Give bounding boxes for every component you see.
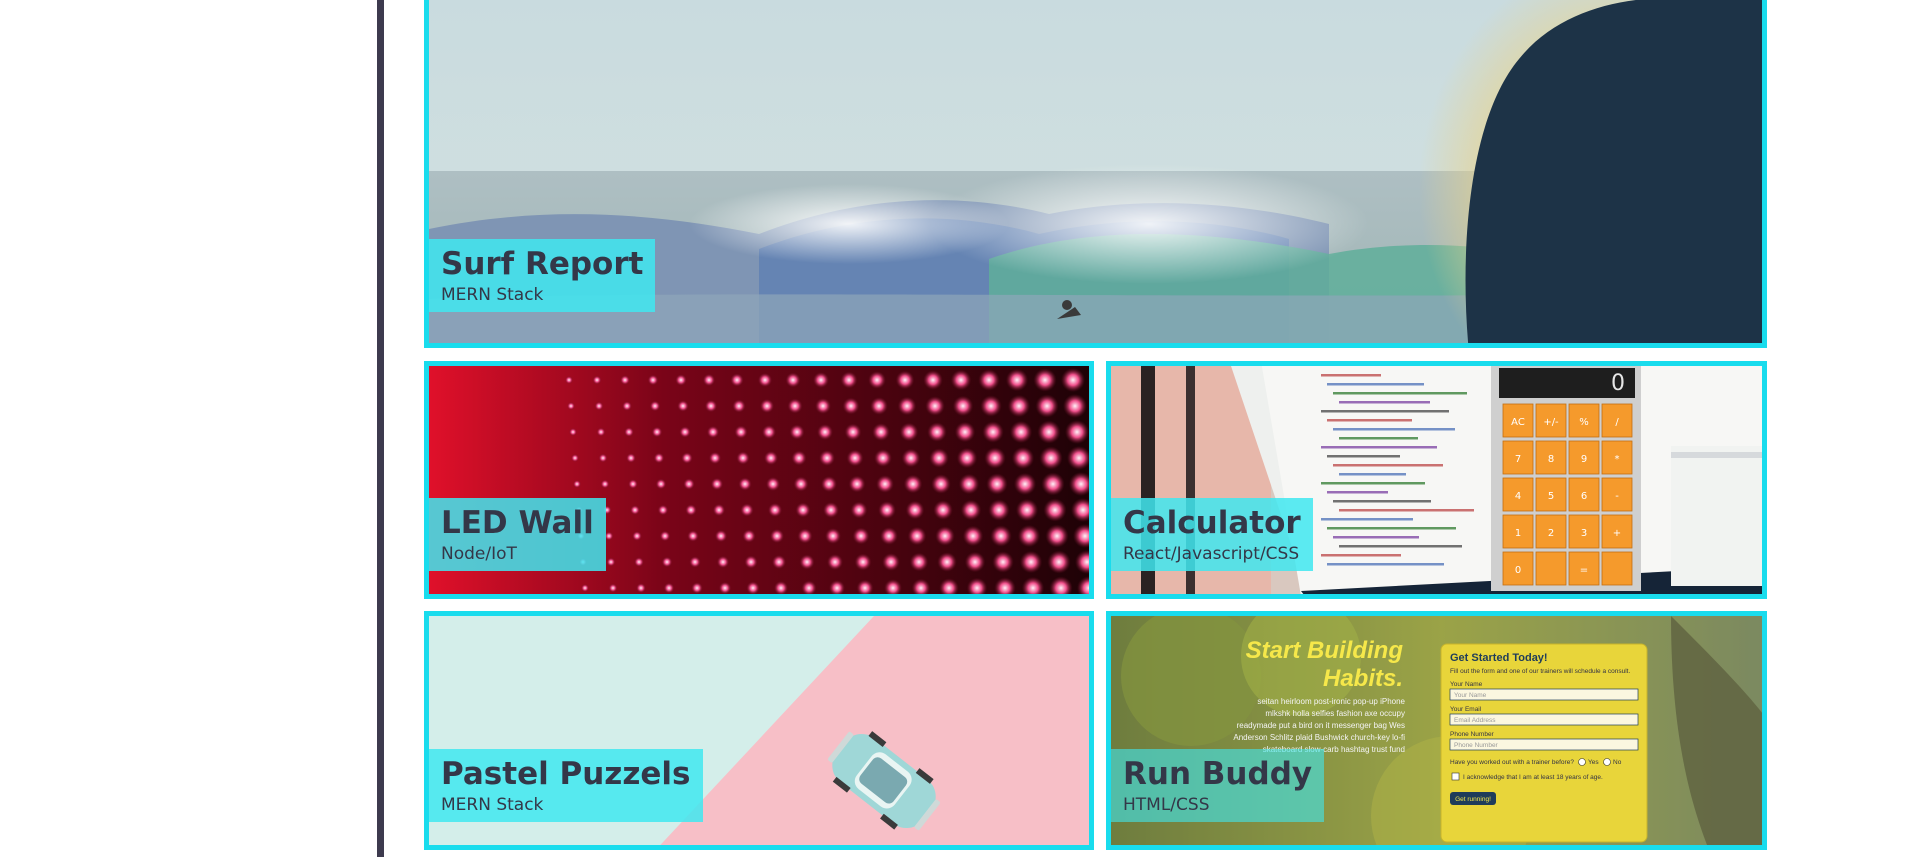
svg-text:4: 4 <box>1515 491 1521 502</box>
svg-text:1: 1 <box>1515 528 1521 539</box>
run-buddy-email-label: Your Email <box>1450 706 1482 713</box>
calc-display: 0 <box>1611 371 1625 396</box>
run-buddy-ack: I acknowledge that I am at least 18 year… <box>1463 774 1603 781</box>
svg-text:5: 5 <box>1548 491 1554 502</box>
svg-text:9: 9 <box>1581 454 1587 465</box>
svg-text:+: + <box>1613 528 1621 539</box>
run-buddy-headline-1: Start Building <box>1246 637 1404 664</box>
surf-report-label: Surf Report MERN Stack <box>429 239 656 312</box>
svg-text:=: = <box>1580 565 1588 576</box>
run-buddy-name-label: Your Name <box>1450 681 1483 688</box>
run-buddy-phone-placeholder: Phone Number <box>1454 742 1499 749</box>
run-buddy-button: Get running! <box>1455 796 1491 803</box>
run-buddy-no: No <box>1613 759 1622 766</box>
svg-text:8: 8 <box>1548 454 1554 465</box>
project-title: Run Buddy <box>1123 756 1313 792</box>
run-buddy-form-subtitle: Fill out the form and one of our trainer… <box>1450 668 1630 675</box>
project-title: Pastel Puzzels <box>441 756 691 792</box>
calculator-label: Calculator React/Javascript/CSS <box>1111 498 1313 571</box>
svg-text:7: 7 <box>1515 454 1521 465</box>
run-buddy-form-title: Get Started Today! <box>1450 652 1548 664</box>
run-buddy-phone-label: Phone Number <box>1450 731 1495 738</box>
project-title: Calculator <box>1123 505 1301 541</box>
svg-text:-: - <box>1615 491 1619 502</box>
project-card-run-buddy[interactable]: Start Building Habits. seitan heirloom p… <box>1106 611 1767 850</box>
svg-text:AC: AC <box>1511 417 1525 428</box>
project-title: Surf Report <box>441 246 644 282</box>
project-stack: MERN Stack <box>441 285 544 305</box>
svg-text:2: 2 <box>1548 528 1554 539</box>
pastel-puzzels-label: Pastel Puzzels MERN Stack <box>429 749 703 822</box>
svg-text:+/-: +/- <box>1543 417 1559 428</box>
run-buddy-question: Have you worked out with a trainer befor… <box>1450 759 1574 766</box>
run-buddy-label: Run Buddy HTML/CSS <box>1111 749 1325 822</box>
svg-text:3: 3 <box>1581 528 1587 539</box>
project-card-pastel-puzzels[interactable]: Pastel Puzzels MERN Stack <box>424 611 1094 850</box>
run-buddy-email-placeholder: Email Address <box>1454 717 1496 724</box>
project-stack: MERN Stack <box>441 795 544 815</box>
run-buddy-yes: Yes <box>1588 759 1599 766</box>
sidebar-divider <box>377 0 384 857</box>
project-card-calculator[interactable]: 0 AC +/-%/7 8 9 * 4 5 6-1 2 3 +0 = Calculator React… <box>1106 361 1767 599</box>
project-card-led-wall[interactable]: LED Wall Node/IoT <box>424 361 1094 599</box>
svg-text:*: * <box>1615 454 1620 465</box>
run-buddy-headline-2: Habits. <box>1323 665 1403 692</box>
project-title: LED Wall <box>441 505 594 541</box>
project-stack: Node/IoT <box>441 544 517 564</box>
led-wall-label: LED Wall Node/IoT <box>429 498 606 571</box>
project-card-surf-report[interactable]: Surf Report MERN Stack <box>424 0 1767 348</box>
run-buddy-body-text: seitan heirloom post-ironic pop-up iPhon… <box>1233 697 1405 754</box>
svg-text:%: % <box>1579 417 1589 428</box>
project-stack: React/Javascript/CSS <box>1123 544 1300 564</box>
run-buddy-name-placeholder: Your Name <box>1454 692 1487 699</box>
svg-text:6: 6 <box>1581 491 1587 502</box>
svg-text:0: 0 <box>1515 565 1521 576</box>
project-stack: HTML/CSS <box>1123 795 1210 815</box>
